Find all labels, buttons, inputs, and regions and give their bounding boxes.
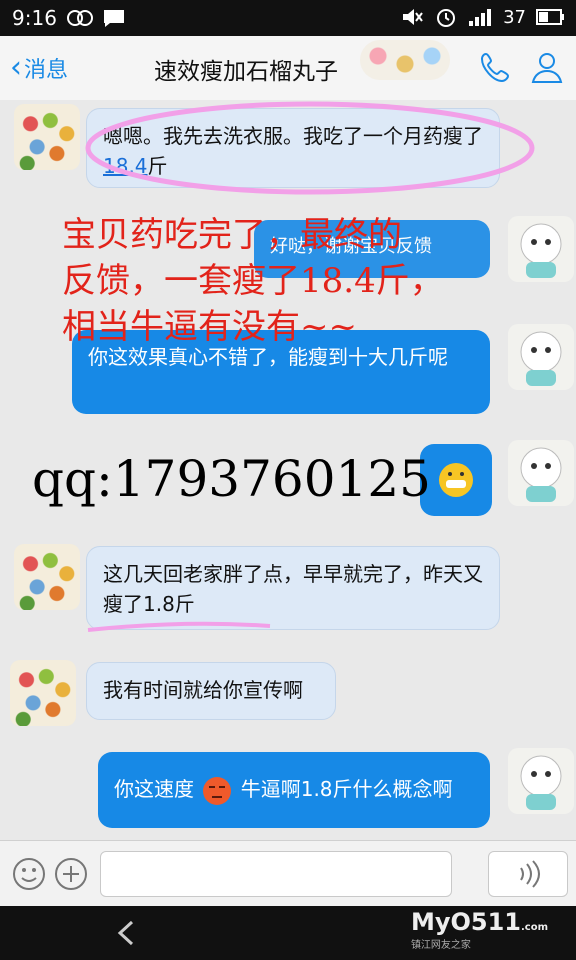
message-text: 这几天回老家胖了点，早早就完了，昨天又瘦了1.8斤	[103, 562, 483, 616]
watermark-sub: 镇江网友之家	[410, 940, 471, 951]
voice-button[interactable]	[488, 851, 568, 897]
mute-icon	[403, 9, 423, 25]
back-label: 消息	[24, 58, 69, 83]
phone-icon[interactable]	[478, 50, 512, 84]
chat-title: 速效瘦加石榴丸子	[154, 59, 338, 85]
avatar-self[interactable]	[508, 748, 574, 814]
watermark-com: .com	[520, 922, 548, 933]
avatar-self[interactable]	[508, 440, 574, 506]
watermark: MyO511.com 镇江网友之家	[411, 908, 548, 951]
battery-level: 37	[503, 6, 526, 28]
message-text: 你这速度	[114, 777, 194, 801]
watermark-main: MyO511	[410, 908, 521, 936]
link-icon	[67, 10, 93, 26]
message-text: 牛逼啊1.8斤什么概念啊	[240, 777, 453, 801]
alarm-icon	[437, 9, 456, 27]
status-bar: 9:16 37	[0, 0, 576, 36]
avatar-contact[interactable]	[10, 660, 76, 726]
redacted-blur	[360, 40, 450, 80]
message-icon	[104, 10, 124, 27]
back-button[interactable]: ‹ 消息	[10, 52, 68, 84]
overlay-caption: 宝贝药吃完了，最终的 反馈，一套瘦了18.4斤， 相当牛逼有没有~~	[62, 212, 444, 350]
chevron-left-icon: ‹	[10, 50, 22, 85]
signal-icon	[469, 9, 492, 26]
pink-underline	[87, 621, 271, 632]
message-bubble-incoming[interactable]: 这几天回老家胖了点，早早就完了，昨天又瘦了1.8斤	[86, 546, 500, 630]
overlay-qq: qq:1793760125	[32, 450, 431, 508]
message-input[interactable]	[100, 851, 452, 897]
message-text: 我有时间就给你宣传啊	[103, 678, 303, 702]
voice-icon	[520, 860, 540, 888]
overlay-line: 宝贝药吃完了，最终的	[62, 215, 402, 255]
angry-emoji-icon	[203, 776, 232, 805]
input-bar	[0, 840, 576, 907]
contact-icon[interactable]	[530, 50, 564, 84]
message-bubble-outgoing[interactable]: 你这速度 牛逼啊1.8斤什么概念啊	[98, 752, 490, 828]
grin-emoji-icon	[439, 463, 473, 497]
back-nav-icon[interactable]	[112, 918, 142, 948]
status-left-icons	[66, 8, 126, 28]
status-time: 9:16	[12, 6, 57, 30]
battery-icon	[536, 9, 564, 25]
avatar-self[interactable]	[508, 216, 574, 282]
overlay-line: 反馈，一套瘦了18.4斤，	[62, 261, 444, 301]
avatar-contact[interactable]	[14, 544, 80, 610]
chat-area[interactable]: 嗯嗯。我先去洗衣服。我吃了一个月药瘦了18.4斤 好哒，谢谢宝贝反馈 你这效果真…	[0, 100, 576, 840]
message-bubble-incoming[interactable]: 我有时间就给你宣传啊	[86, 662, 336, 720]
emoji-button-icon[interactable]	[12, 857, 46, 891]
avatar-self[interactable]	[508, 324, 574, 390]
overlay-line: 相当牛逼有没有~~	[62, 307, 357, 347]
avatar-contact[interactable]	[14, 104, 80, 170]
pink-highlight-ellipse	[85, 101, 535, 195]
status-right-icons: 37	[401, 6, 566, 28]
plus-button-icon[interactable]	[54, 857, 88, 891]
